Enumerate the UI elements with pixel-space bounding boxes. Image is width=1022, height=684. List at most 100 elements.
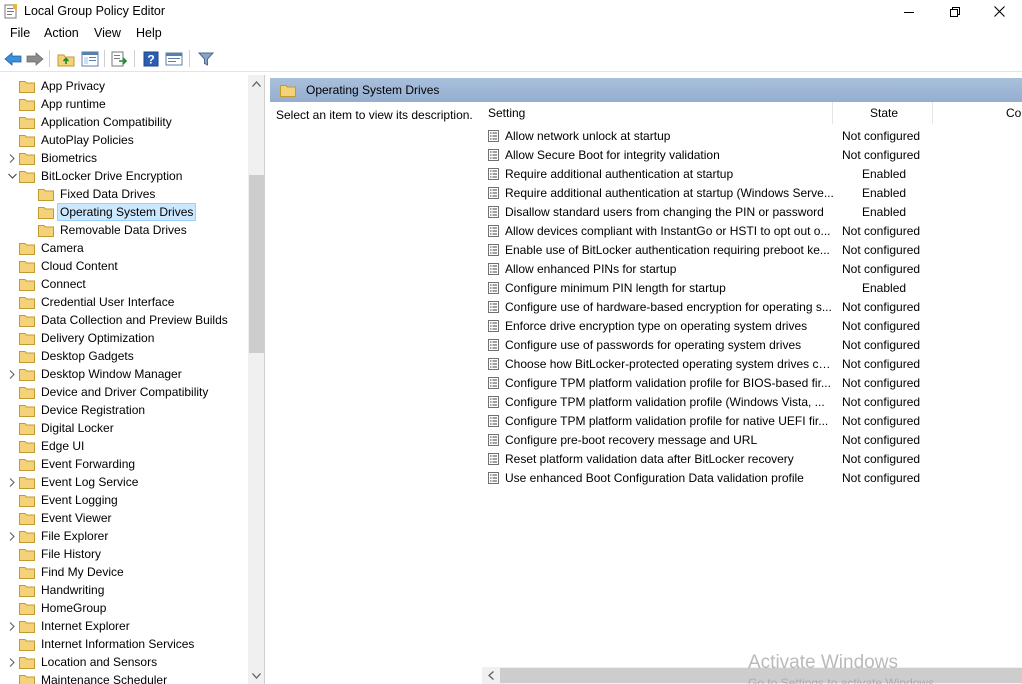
- policy-row[interactable]: Configure pre-boot recovery message and …: [488, 430, 1022, 449]
- tree-item[interactable]: Event Log Service: [5, 473, 140, 491]
- tree-item[interactable]: Credential User Interface: [5, 293, 176, 311]
- policy-row[interactable]: Disallow standard users from changing th…: [488, 202, 1022, 221]
- chevron-right-icon[interactable]: [5, 149, 19, 167]
- tree-item[interactable]: Delivery Optimization: [5, 329, 156, 347]
- policy-row[interactable]: Enforce drive encryption type on operati…: [488, 316, 1022, 335]
- export-list-icon: [111, 51, 128, 67]
- folder-icon: [19, 98, 39, 111]
- scroll-left-arrow-icon[interactable]: [482, 667, 499, 684]
- up-one-level-button[interactable]: [56, 49, 76, 69]
- show-hide-console-tree-button[interactable]: [80, 49, 100, 69]
- console-tree[interactable]: App Privacy App runtime Application Compat…: [0, 75, 265, 684]
- scroll-up-arrow-icon[interactable]: [248, 75, 264, 92]
- policy-row[interactable]: Use enhanced Boot Configuration Data val…: [488, 468, 1022, 487]
- folder-icon: [19, 296, 39, 309]
- tree-item[interactable]: Digital Locker: [5, 419, 116, 437]
- help-button[interactable]: ?: [141, 49, 161, 69]
- tree-item[interactable]: Device and Driver Compatibility: [5, 383, 210, 401]
- tree-item[interactable]: File History: [5, 545, 103, 563]
- tree-item[interactable]: Desktop Window Manager: [5, 365, 184, 383]
- tree-item[interactable]: Removable Data Drives: [24, 221, 189, 239]
- policy-row[interactable]: Choose how BitLocker-protected operating…: [488, 354, 1022, 373]
- tree-item[interactable]: Cloud Content: [5, 257, 120, 275]
- policy-row[interactable]: Require additional authentication at sta…: [488, 164, 1022, 183]
- properties-button[interactable]: [164, 49, 184, 69]
- tree-item-label: Removable Data Drives: [60, 223, 187, 237]
- policy-setting-name: Allow devices compliant with InstantGo o…: [505, 223, 831, 238]
- minimize-button[interactable]: [886, 0, 932, 23]
- properties-icon: [165, 52, 183, 66]
- chevron-right-icon[interactable]: [5, 365, 19, 383]
- folder-icon: [19, 152, 39, 165]
- tree-item[interactable]: Find My Device: [5, 563, 126, 581]
- policy-setting-icon: [488, 395, 505, 408]
- export-list-button[interactable]: [110, 49, 130, 69]
- policy-row[interactable]: Enable use of BitLocker authentication r…: [488, 240, 1022, 259]
- tree-item[interactable]: Biometrics: [5, 149, 99, 167]
- policy-row[interactable]: Allow network unlock at startup Not confi…: [488, 126, 1022, 145]
- column-header-comment[interactable]: Co: [1006, 102, 1022, 124]
- maximize-button[interactable]: [932, 0, 978, 23]
- folder-icon: [19, 440, 39, 453]
- tree-item[interactable]: HomeGroup: [5, 599, 108, 617]
- policy-row[interactable]: Configure use of passwords for operating…: [488, 335, 1022, 354]
- details-header-title: Operating System Drives: [306, 83, 440, 97]
- tree-item[interactable]: Internet Information Services: [5, 635, 196, 653]
- tree-item[interactable]: Connect: [5, 275, 88, 293]
- policy-row[interactable]: Allow Secure Boot for integrity validati…: [488, 145, 1022, 164]
- tree-item[interactable]: Edge UI: [5, 437, 86, 455]
- chevron-right-icon[interactable]: [5, 473, 19, 491]
- menu-view[interactable]: View: [94, 26, 121, 40]
- forward-button[interactable]: [25, 49, 45, 69]
- tree-vertical-scrollbar[interactable]: [248, 75, 264, 684]
- tree-item[interactable]: Operating System Drives: [24, 203, 197, 221]
- tree-item[interactable]: AutoPlay Policies: [5, 131, 136, 149]
- chevron-down-icon[interactable]: [5, 167, 19, 185]
- folder-icon: [19, 566, 39, 579]
- tree-item[interactable]: Application Compatibility: [5, 113, 174, 131]
- menu-action[interactable]: Action: [44, 26, 79, 40]
- chevron-right-icon[interactable]: [5, 653, 19, 671]
- tree-item[interactable]: Handwriting: [5, 581, 106, 599]
- tree-item[interactable]: App runtime: [5, 95, 108, 113]
- tree-item[interactable]: Maintenance Scheduler: [5, 671, 169, 684]
- tree-scroll-thumb[interactable]: [249, 175, 264, 353]
- column-header-state[interactable]: State: [870, 102, 930, 124]
- tree-item[interactable]: File Explorer: [5, 527, 110, 545]
- tree-item[interactable]: Device Registration: [5, 401, 147, 419]
- filter-button[interactable]: [196, 49, 216, 69]
- title-bar: Local Group Policy Editor: [0, 0, 1022, 23]
- tree-item[interactable]: Event Forwarding: [5, 455, 137, 473]
- tree-item[interactable]: Fixed Data Drives: [24, 185, 157, 203]
- chevron-right-icon[interactable]: [5, 527, 19, 545]
- policy-row[interactable]: Allow devices compliant with InstantGo o…: [488, 221, 1022, 240]
- menu-help[interactable]: Help: [136, 26, 162, 40]
- policy-setting-name: Enforce drive encryption type on operati…: [505, 318, 808, 333]
- policy-row[interactable]: Configure TPM platform validation profil…: [488, 392, 1022, 411]
- chevron-right-icon[interactable]: [5, 617, 19, 635]
- policy-row[interactable]: Require additional authentication at sta…: [488, 183, 1022, 202]
- folder-icon: [19, 134, 39, 147]
- tree-item[interactable]: Event Viewer: [5, 509, 113, 527]
- policy-setting-name: Configure use of hardware-based encrypti…: [505, 299, 832, 314]
- back-button[interactable]: [3, 49, 23, 69]
- tree-item[interactable]: BitLocker Drive Encryption: [5, 167, 184, 185]
- menu-file[interactable]: File: [10, 26, 30, 40]
- close-button[interactable]: [976, 0, 1022, 23]
- policy-row[interactable]: Configure minimum PIN length for startup…: [488, 278, 1022, 297]
- tree-item[interactable]: Data Collection and Preview Builds: [5, 311, 230, 329]
- tree-item[interactable]: Event Logging: [5, 491, 120, 509]
- policy-row[interactable]: Configure TPM platform validation profil…: [488, 411, 1022, 430]
- tree-item[interactable]: App Privacy: [5, 77, 107, 95]
- tree-item[interactable]: Camera: [5, 239, 86, 257]
- policy-row[interactable]: Allow enhanced PINs for startup Not confi…: [488, 259, 1022, 278]
- tree-item[interactable]: Desktop Gadgets: [5, 347, 136, 365]
- column-header-setting[interactable]: Setting: [488, 102, 832, 124]
- policy-row[interactable]: Configure TPM platform validation profil…: [488, 373, 1022, 392]
- tree-item[interactable]: Location and Sensors: [5, 653, 159, 671]
- policy-row[interactable]: Configure use of hardware-based encrypti…: [488, 297, 1022, 316]
- tree-item[interactable]: Internet Explorer: [5, 617, 132, 635]
- scroll-down-arrow-icon[interactable]: [248, 667, 264, 684]
- policy-state: Enabled: [862, 280, 907, 295]
- policy-row[interactable]: Reset platform validation data after Bit…: [488, 449, 1022, 468]
